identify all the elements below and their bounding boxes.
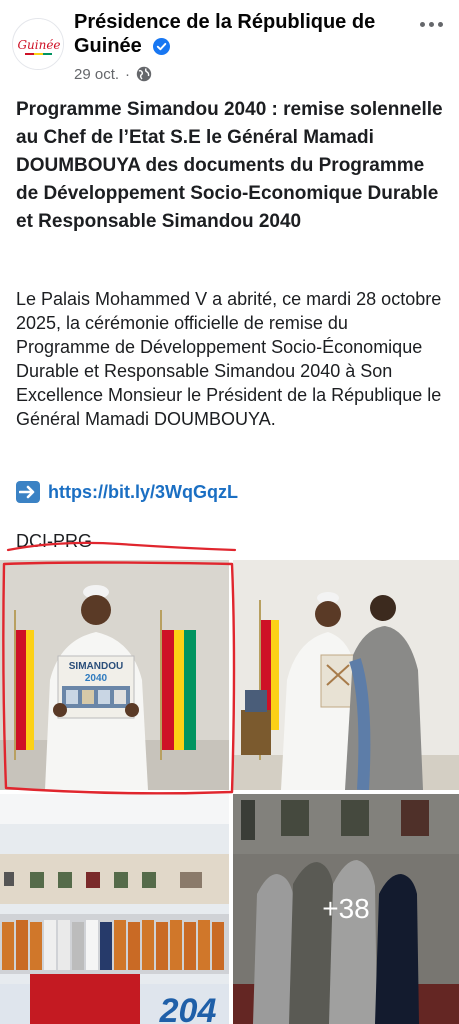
photo-2[interactable] [233, 560, 459, 790]
right-arrow-icon [16, 481, 40, 503]
post-link[interactable]: https://bit.ly/3WqGqzL [48, 482, 238, 503]
more-dot [428, 21, 434, 27]
post-signature: DCI-PRG [16, 531, 92, 551]
group-photo-image: 204 [0, 794, 229, 1024]
page-avatar[interactable]: Guinée [12, 18, 64, 70]
post-date[interactable]: 29 oct. [74, 66, 119, 83]
verified-badge-icon [153, 38, 171, 56]
post-body: Le Palais Mohammed V a abrité, ce mardi … [16, 289, 442, 429]
post-title: Programme Simandou 2040 : remise solenne… [16, 99, 443, 232]
photo-grid: SIMANDOU 2040 204 +38 [0, 560, 459, 1024]
page-name-link[interactable]: Présidence de la République de Guinée [74, 10, 394, 58]
photo-1[interactable]: SIMANDOU 2040 [0, 560, 229, 790]
more-photos-count: +38 [322, 893, 370, 924]
more-photos-overlay[interactable]: +38 [233, 794, 459, 1024]
guinee-logo-icon: Guinée [13, 19, 63, 69]
svg-text:Guinée: Guinée [17, 38, 60, 52]
post-meta: 29 oct. · [74, 64, 152, 84]
svg-text:204: 204 [159, 992, 217, 1024]
more-options-button[interactable] [415, 14, 447, 34]
link-row: https://bit.ly/3WqGqzL [16, 481, 238, 503]
more-dot [437, 21, 443, 27]
more-dot [419, 21, 425, 27]
svg-text:2040: 2040 [85, 673, 108, 684]
document-handover-image [233, 560, 459, 790]
globe-icon[interactable] [136, 66, 152, 82]
photo-4[interactable]: +38 [233, 794, 459, 1024]
page-name[interactable]: Présidence de la République de Guinée [74, 11, 375, 57]
svg-text:SIMANDOU: SIMANDOU [69, 661, 123, 672]
photo-3[interactable]: 204 [0, 794, 229, 1024]
post-header: Guinée Présidence de la République de Gu… [0, 0, 459, 92]
president-with-document-image: SIMANDOU 2040 [0, 560, 229, 790]
meta-dot: · [125, 65, 131, 83]
